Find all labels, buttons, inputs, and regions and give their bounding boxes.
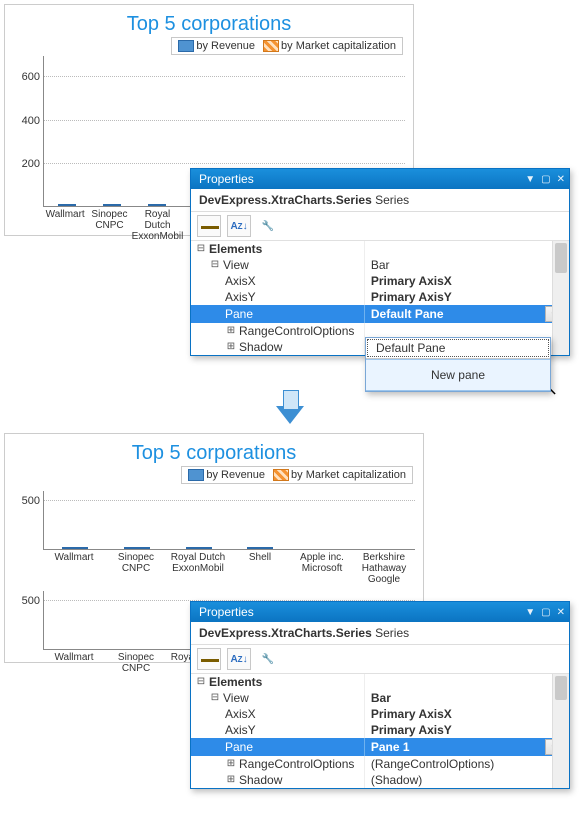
x-axis-labels: Wallmart Sinopec CNPC Royal Dutch ExxonM…	[43, 550, 415, 585]
property-pages-button[interactable]: 🔧	[257, 216, 279, 236]
property-row-axisy[interactable]: AxisY Primary AxisY	[191, 289, 569, 305]
dropdown-icon[interactable]: ▼	[525, 607, 535, 618]
property-row-pane[interactable]: Pane Default Pane ▾	[191, 305, 569, 323]
transition-arrow	[4, 406, 575, 427]
panel-titlebar[interactable]: Properties ▼ ▢ ✕	[191, 602, 569, 622]
panel-title: Properties	[199, 605, 254, 619]
dropdown-icon[interactable]: ▼	[525, 174, 535, 185]
bar-revenue	[124, 547, 150, 549]
dropdown-option-default[interactable]: Default Pane	[366, 338, 550, 358]
legend-swatch-revenue	[178, 40, 194, 52]
properties-panel: Properties ▼ ▢ ✕ DevExpress.XtraCharts.S…	[190, 601, 570, 789]
collapse-icon[interactable]: ⊟	[209, 259, 221, 271]
chart-legend: by Revenue by Market capitalization	[171, 37, 403, 55]
category-row[interactable]: ⊟Elements	[191, 674, 569, 690]
property-row-view[interactable]: ⊟View Bar	[191, 690, 569, 706]
bar-revenue	[148, 204, 166, 206]
pin-icon[interactable]: ▢	[541, 174, 550, 185]
collapse-icon[interactable]: ⊟	[195, 243, 207, 255]
property-row-axisx[interactable]: AxisX Primary AxisX	[191, 706, 569, 722]
expand-icon[interactable]: ⊞	[225, 758, 237, 770]
property-pages-button[interactable]: 🔧	[257, 649, 279, 669]
property-row-rangecontrol[interactable]: ⊞RangeControlOptions (RangeControlOption…	[191, 756, 569, 772]
chart-title: Top 5 corporations	[13, 13, 405, 36]
pane-value: Default Pane	[371, 307, 444, 321]
bar-revenue	[103, 204, 121, 206]
close-icon[interactable]: ✕	[557, 607, 565, 618]
property-row-axisy[interactable]: AxisY Primary AxisY	[191, 722, 569, 738]
category-row[interactable]: ⊟Elements	[191, 241, 569, 257]
chart-legend: by Revenue by Market capitalization	[181, 466, 413, 484]
ytick: 400	[16, 115, 40, 127]
categorized-button[interactable]: ▬▬	[197, 215, 221, 237]
bar-revenue	[58, 204, 76, 206]
pane-value: Pane 1	[371, 740, 410, 754]
alphabetical-button[interactable]: AZ↓	[227, 215, 251, 237]
arrow-down-icon	[276, 406, 304, 424]
property-row-shadow[interactable]: ⊞Shadow (Shadow)	[191, 772, 569, 788]
pane-default: 500	[43, 491, 415, 550]
legend-label-marketcap: by Market capitalization	[281, 40, 396, 52]
expand-icon[interactable]: ⊞	[225, 774, 237, 786]
expand-icon[interactable]: ⊞	[225, 325, 237, 337]
object-selector[interactable]: DevExpress.XtraCharts.Series Series	[191, 622, 569, 645]
dropdown-option-newpane[interactable]: New pane	[366, 359, 550, 391]
legend-swatch-marketcap	[273, 469, 289, 481]
property-row-pane[interactable]: Pane Pane 1 ▾	[191, 738, 569, 756]
ytick: 200	[16, 158, 40, 170]
chart-title: Top 5 corporations	[13, 442, 415, 465]
bar-revenue	[186, 547, 212, 549]
property-row-view[interactable]: ⊟View Bar	[191, 257, 569, 273]
legend-swatch-revenue	[188, 469, 204, 481]
pin-icon[interactable]: ▢	[541, 607, 550, 618]
pane-dropdown[interactable]: Default Pane New pane	[365, 337, 551, 392]
panel-title: Properties	[199, 172, 254, 186]
property-grid: ⊟Elements ⊟View Bar AxisX Primary AxisX …	[191, 674, 579, 788]
legend-swatch-marketcap	[263, 40, 279, 52]
alphabetical-button[interactable]: AZ↓	[227, 648, 251, 670]
object-selector[interactable]: DevExpress.XtraCharts.Series Series	[191, 189, 569, 212]
categorized-button[interactable]: ▬▬	[197, 648, 221, 670]
panel-titlebar[interactable]: Properties ▼ ▢ ✕	[191, 169, 569, 189]
bar-revenue	[247, 547, 273, 549]
collapse-icon[interactable]: ⊟	[195, 676, 207, 688]
vertical-scrollbar[interactable]	[552, 674, 569, 788]
expand-icon[interactable]: ⊞	[225, 341, 237, 353]
property-row-axisx[interactable]: AxisX Primary AxisX	[191, 273, 569, 289]
collapse-icon[interactable]: ⊟	[209, 692, 221, 704]
legend-label-revenue: by Revenue	[196, 40, 255, 52]
properties-panel: Properties ▼ ▢ ✕ DevExpress.XtraCharts.S…	[190, 168, 570, 356]
close-icon[interactable]: ✕	[557, 174, 565, 185]
vertical-scrollbar[interactable]	[552, 241, 569, 355]
ytick: 600	[16, 71, 40, 83]
bar-revenue	[62, 547, 88, 549]
